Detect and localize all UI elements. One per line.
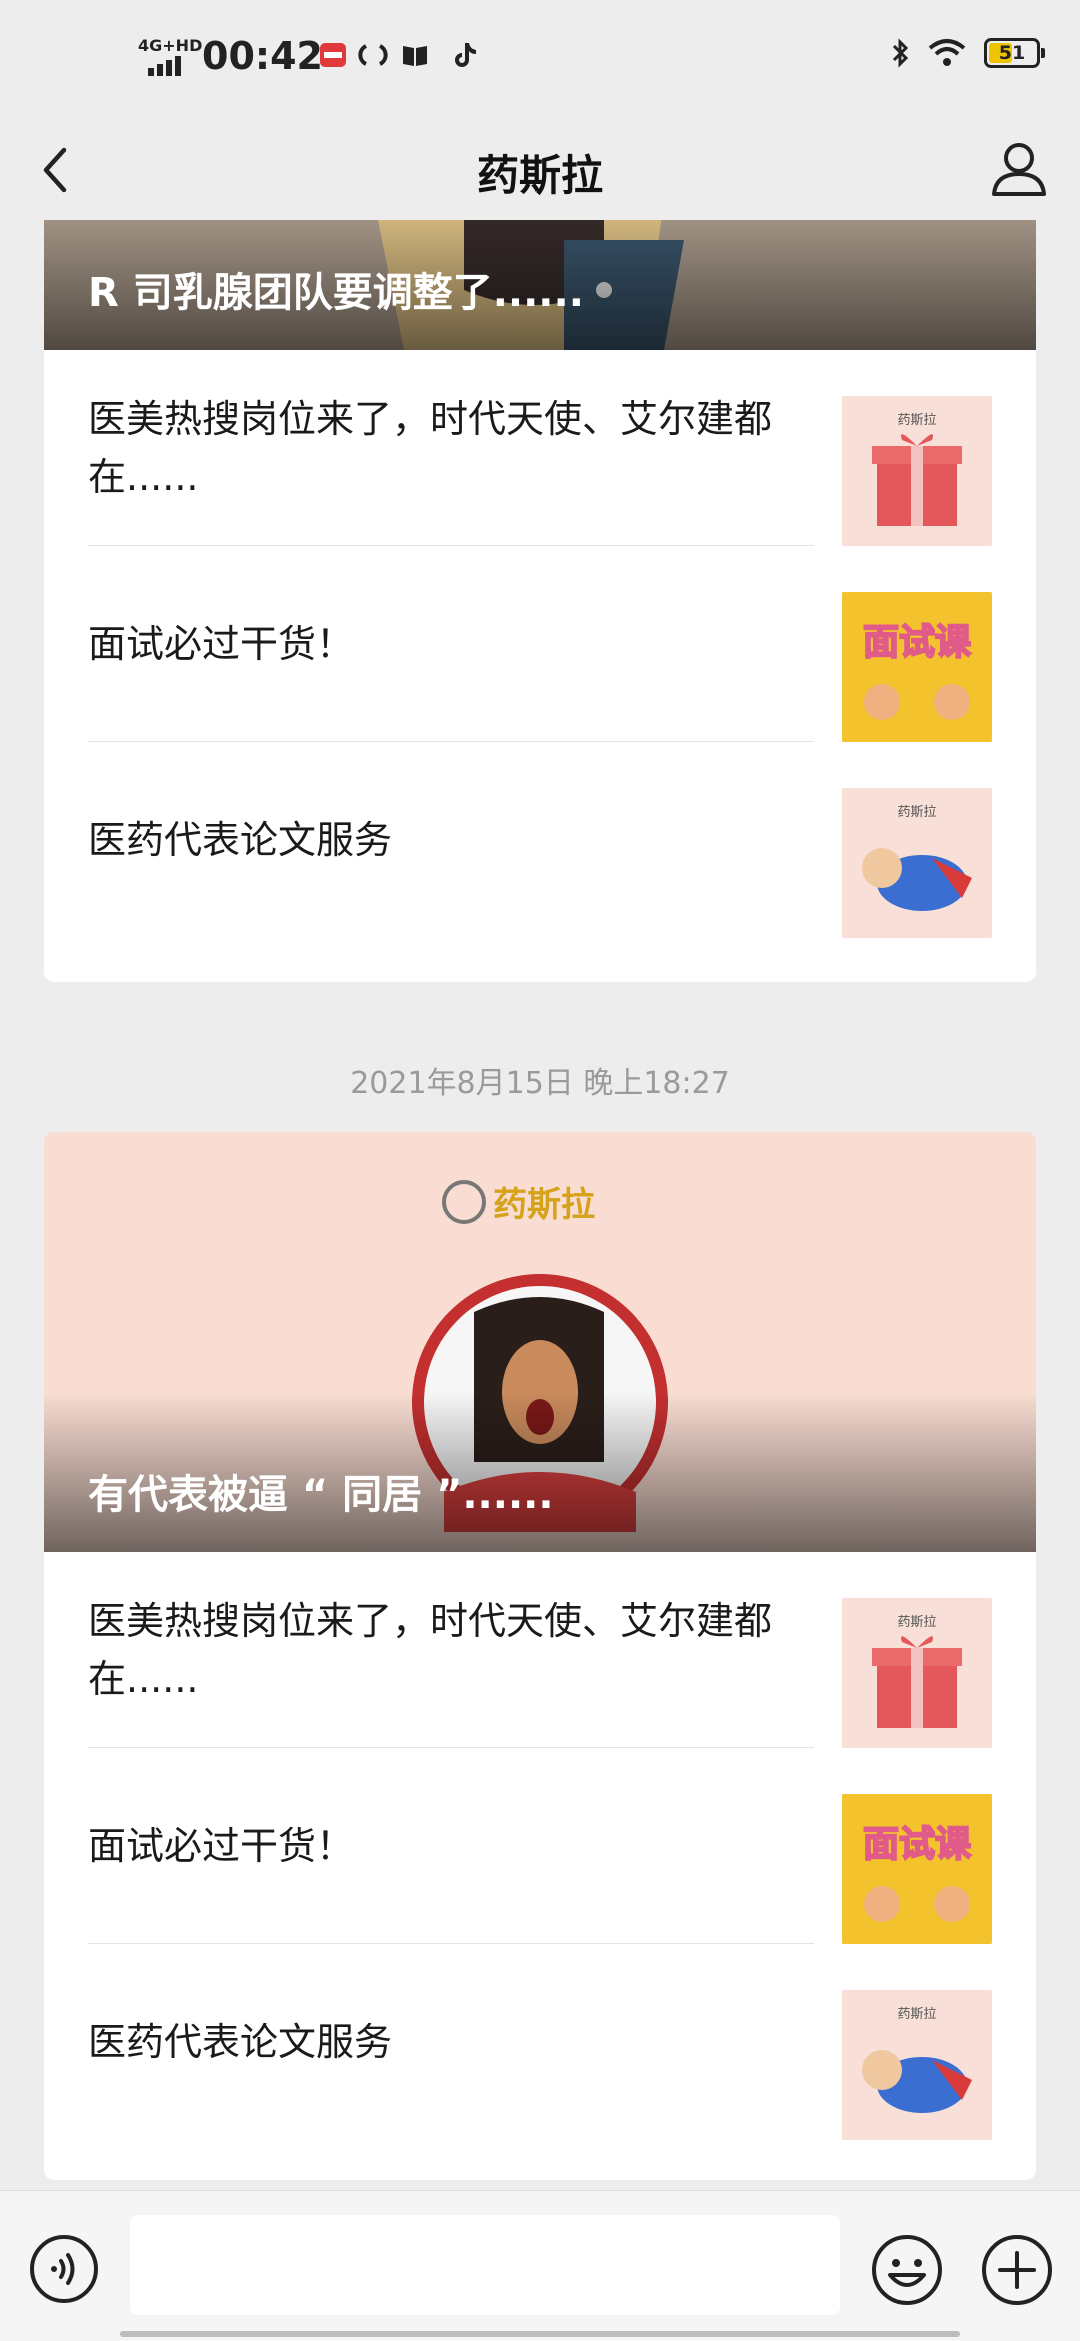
page-title: 药斯拉 bbox=[476, 151, 603, 200]
message-timestamp: 2021年8月15日 晚上18:27 bbox=[350, 1066, 730, 1101]
article-item[interactable]: 医美热搜岗位来了，时代天使、艾尔建都在...... 药斯拉 bbox=[44, 1552, 1036, 1748]
gift-box-thumbnail: 药斯拉 bbox=[842, 1598, 992, 1748]
signal-icon bbox=[148, 56, 181, 76]
battery-level: 51 bbox=[998, 42, 1026, 64]
svg-text:药斯拉: 药斯拉 bbox=[897, 805, 936, 820]
clock: 00:42 bbox=[202, 34, 323, 78]
voice-input-button[interactable] bbox=[28, 2233, 100, 2305]
article-item[interactable]: 面试必过干货！ 面试课 bbox=[44, 1748, 1036, 1944]
svg-text:药斯拉: 药斯拉 bbox=[493, 1185, 595, 1225]
tiktok-icon bbox=[455, 43, 476, 67]
article-cover-title: R 司乳腺团队要调整了...... bbox=[88, 270, 584, 316]
svg-text:药斯拉: 药斯拉 bbox=[897, 1615, 936, 1630]
superhero-thumbnail: 药斯拉 bbox=[842, 1990, 992, 2140]
svg-text:面试课: 面试课 bbox=[863, 622, 971, 663]
article-item[interactable]: 面试必过干货！ 面试课 bbox=[44, 546, 1036, 742]
article-item-title: 面试必过干货！ bbox=[88, 622, 355, 666]
input-bar bbox=[0, 2190, 1080, 2341]
superhero-thumbnail: 药斯拉 bbox=[842, 788, 992, 938]
article-item-title: 医药代表论文服务 bbox=[88, 818, 393, 862]
article-cover-title: 有代表被逼 “ 同居 ”...... bbox=[88, 1472, 554, 1518]
bluetooth-icon bbox=[892, 38, 909, 68]
message-list[interactable]: R 司乳腺团队要调整了...... 医美热搜岗位来了，时代天使、艾尔建都在...… bbox=[0, 220, 1080, 2190]
home-indicator bbox=[120, 2331, 960, 2337]
article-item[interactable]: 医药代表论文服务 药斯拉 bbox=[44, 742, 1036, 938]
article-item-title: 医美热搜岗位来了，时代天使、艾尔建都在...... bbox=[88, 397, 773, 499]
book-icon bbox=[403, 46, 427, 66]
message-input[interactable] bbox=[130, 2215, 840, 2315]
article-item-title: 医美热搜岗位来了，时代天使、艾尔建都在...... bbox=[88, 1599, 773, 1701]
svg-text:面试课: 面试课 bbox=[863, 1824, 971, 1865]
more-options-button[interactable] bbox=[980, 2233, 1054, 2307]
article-item[interactable]: 医美热搜岗位来了，时代天使、艾尔建都在...... 药斯拉 bbox=[44, 350, 1036, 546]
network-type: 4G+HD bbox=[138, 36, 203, 55]
battery-icon: 51 bbox=[984, 38, 1045, 68]
article-item[interactable]: 医药代表论文服务 药斯拉 bbox=[44, 1944, 1036, 2140]
app-notification-icon bbox=[320, 43, 346, 67]
article-item-title: 面试必过干货！ bbox=[88, 1824, 355, 1868]
article-card: 药斯拉 有代表被逼 “ 同居 ”...... 医美热搜岗位来了，时代天使、艾尔建… bbox=[44, 1132, 1036, 2180]
interview-course-thumbnail: 面试课 bbox=[842, 592, 992, 742]
interview-course-thumbnail: 面试课 bbox=[842, 1794, 992, 1944]
svg-text:药斯拉: 药斯拉 bbox=[897, 2007, 936, 2022]
article-cover[interactable]: R 司乳腺团队要调整了...... bbox=[44, 220, 1036, 350]
svg-text:药斯拉: 药斯拉 bbox=[897, 413, 936, 428]
emoji-button[interactable] bbox=[870, 2233, 944, 2307]
article-cover[interactable]: 药斯拉 有代表被逼 “ 同居 ”...... bbox=[44, 1132, 1036, 1552]
article-card: R 司乳腺团队要调整了...... 医美热搜岗位来了，时代天使、艾尔建都在...… bbox=[44, 220, 1036, 982]
sync-icon bbox=[358, 44, 388, 66]
gift-box-thumbnail: 药斯拉 bbox=[842, 396, 992, 546]
status-bar: 4G+HD 00:42 51 bbox=[0, 0, 1080, 120]
wifi-icon bbox=[928, 39, 966, 66]
profile-button[interactable] bbox=[984, 134, 1054, 204]
nav-bar: 药斯拉 bbox=[0, 120, 1080, 220]
article-item-title: 医药代表论文服务 bbox=[88, 2020, 393, 2064]
